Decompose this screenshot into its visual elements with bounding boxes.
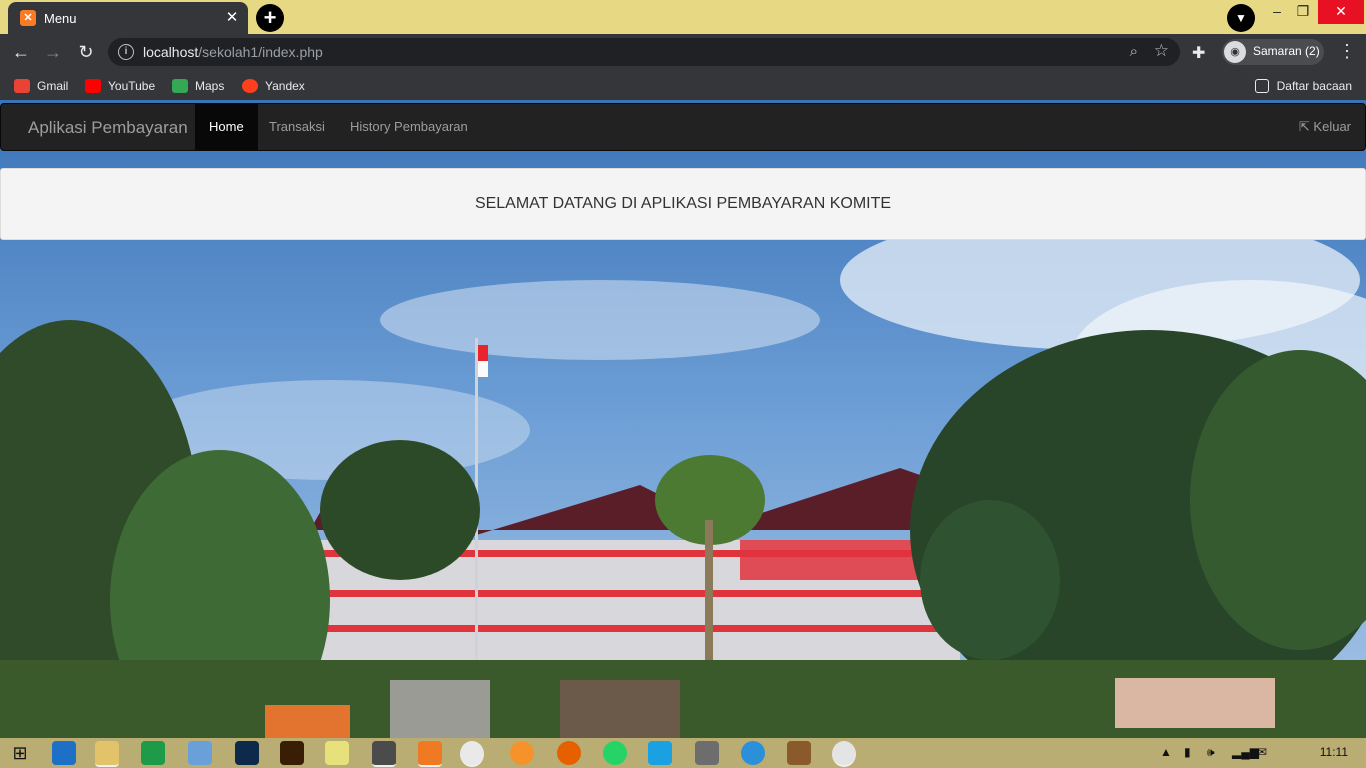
browser-tab[interactable]: ✕ Menu ✕ [8, 2, 248, 34]
whatsapp-icon[interactable] [603, 741, 627, 765]
xampp-icon: ✕ [20, 10, 36, 26]
reading-list-button[interactable]: Daftar bacaan [1254, 77, 1352, 93]
profile-button[interactable]: ◉ Samaran (2) [1222, 39, 1324, 65]
incognito-icon: ◉ [1224, 41, 1246, 63]
store-icon[interactable] [648, 741, 672, 765]
browser-app-icon[interactable] [741, 741, 765, 765]
bookmark-gmail[interactable]: Gmail [14, 77, 68, 93]
app-icon[interactable] [787, 741, 811, 765]
nav-transaksi[interactable]: Transaksi [255, 104, 339, 150]
xampp-taskbar-icon[interactable] [418, 741, 442, 767]
welcome-text: SELAMAT DATANG DI APLIKASI PEMBAYARAN KO… [474, 195, 892, 212]
blender-icon[interactable] [510, 741, 534, 765]
photoshop-icon[interactable] [235, 741, 259, 765]
tab-title: Menu [44, 11, 77, 26]
illustrator-icon[interactable] [280, 741, 304, 765]
bookmark-maps[interactable]: Maps [172, 77, 224, 93]
nav-history-pembayaran[interactable]: History Pembayaran [336, 104, 482, 150]
bookmark-youtube[interactable]: YouTube [85, 77, 155, 93]
window-close-button[interactable]: ✕ [1318, 0, 1364, 24]
menu-icon[interactable]: ⋮ [1338, 41, 1356, 62]
sublime-text-icon[interactable] [372, 741, 396, 767]
battery-icon[interactable]: ▮ [1184, 745, 1191, 759]
new-tab-button[interactable]: + [256, 4, 284, 32]
start-icon[interactable]: ⊞ [8, 741, 32, 765]
recorder-icon[interactable] [832, 741, 856, 767]
page-viewport: Aplikasi Pembayaran Home Transaksi Histo… [0, 100, 1366, 738]
profile-label: Samaran (2) [1253, 44, 1320, 58]
volume-icon[interactable]: 🕪 [1207, 745, 1215, 760]
url-text[interactable]: localhost/sekolah1/index.php [143, 44, 323, 60]
browser-tab-strip: ✕ Menu ✕ + ▼ – ❐ ✕ [0, 0, 1366, 34]
notification-icon[interactable]: ✉ [1257, 745, 1267, 759]
notepad-icon[interactable] [325, 741, 349, 765]
logout-link[interactable]: ⇱ Keluar [1299, 104, 1351, 150]
zoom-icon[interactable]: ⌕ [1130, 43, 1138, 60]
tab-close-icon[interactable]: ✕ [222, 8, 242, 28]
firefox-icon[interactable] [557, 741, 581, 765]
back-icon[interactable]: ← [8, 40, 34, 64]
bookmark-yandex[interactable]: Yandex [242, 77, 305, 93]
logout-label: Keluar [1313, 119, 1351, 134]
reading-list-icon [1254, 78, 1269, 93]
clock[interactable]: 11:11 [1320, 745, 1348, 759]
address-bar[interactable]: i localhost/sekolah1/index.php ⌕ ☆ [108, 38, 1180, 66]
file-explorer-icon[interactable] [95, 741, 119, 767]
network-tool-icon[interactable] [695, 741, 719, 765]
youtube-icon [85, 78, 101, 93]
info-icon[interactable]: i [118, 44, 134, 60]
internet-explorer-icon[interactable] [52, 741, 76, 765]
welcome-panel: SELAMAT DATANG DI APLIKASI PEMBAYARAN KO… [0, 168, 1366, 240]
tab-search-icon[interactable]: ▼ [1227, 4, 1255, 32]
maps-icon [172, 78, 188, 93]
reload-icon[interactable]: ↻ [73, 40, 99, 64]
windows-taskbar: ⊞ ▲ ▮ 🕪 ▂▄▆ ✉ 11:11 [0, 738, 1366, 768]
yandex-icon [242, 78, 258, 93]
signal-icon[interactable]: ▂▄▆ [1232, 745, 1259, 759]
paint-icon[interactable] [188, 741, 212, 765]
extensions-icon[interactable]: ✚ [1192, 43, 1205, 63]
app-brand[interactable]: Aplikasi Pembayaran [28, 118, 188, 138]
forward-icon[interactable]: → [40, 40, 66, 64]
bookmark-star-icon[interactable]: ☆ [1154, 41, 1169, 61]
logout-icon: ⇱ [1298, 119, 1310, 134]
browser-toolbar: ← → ↻ i localhost/sekolah1/index.php ⌕ ☆… [0, 34, 1366, 70]
chrome-icon[interactable] [460, 741, 484, 767]
app-navbar: Aplikasi Pembayaran Home Transaksi Histo… [0, 103, 1366, 151]
excel-icon[interactable] [141, 741, 165, 765]
nav-home[interactable]: Home [195, 104, 258, 150]
gmail-icon [14, 78, 30, 93]
tray-chevron-icon[interactable]: ▲ [1160, 745, 1172, 759]
bookmarks-bar: Gmail YouTube Maps Yandex Daftar bacaan [0, 70, 1366, 100]
